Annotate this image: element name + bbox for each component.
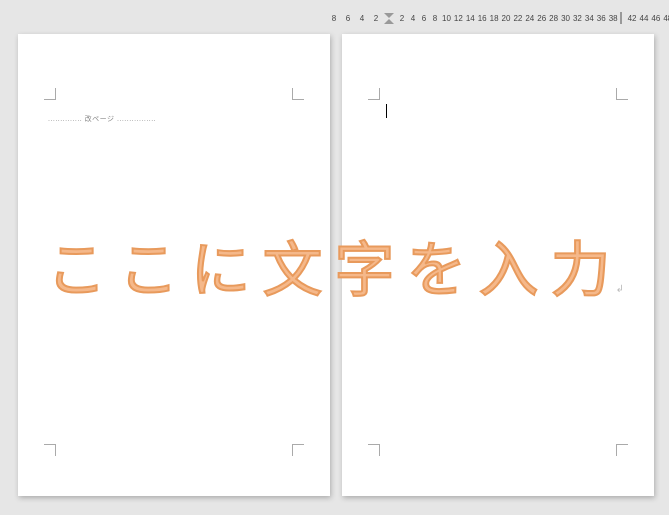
ruler-tick: 6 bbox=[344, 14, 352, 23]
ruler-left-segment: 8 6 4 2 bbox=[330, 14, 384, 23]
ruler-tick: 36 bbox=[597, 14, 606, 23]
ruler-tick: 48 bbox=[663, 14, 669, 23]
ruler-tick: 2 bbox=[372, 14, 380, 23]
ruler-tick: 2 bbox=[398, 14, 406, 23]
crop-mark-icon bbox=[44, 88, 56, 100]
crop-mark-icon bbox=[368, 444, 380, 456]
text-cursor-icon bbox=[386, 104, 387, 118]
ruler-tick: 20 bbox=[502, 14, 511, 23]
horizontal-ruler[interactable]: 8 6 4 2 2 4 6 8 10 12 14 16 18 20 22 24 … bbox=[330, 8, 667, 28]
ruler-tick: 30 bbox=[561, 14, 570, 23]
page-spread: .............. 改ページ ................ ↲ bbox=[18, 34, 654, 496]
ruler-tick: 32 bbox=[573, 14, 582, 23]
ruler-tick: 8 bbox=[431, 14, 439, 23]
ruler-tick: 4 bbox=[409, 14, 417, 23]
ruler-tick: 4 bbox=[358, 14, 366, 23]
page-right[interactable]: ↲ bbox=[342, 34, 654, 496]
page-left[interactable]: .............. 改ページ ................ bbox=[18, 34, 330, 496]
ruler-tick: 16 bbox=[478, 14, 487, 23]
ruler-tick: 44 bbox=[640, 14, 649, 23]
ruler-tick: 14 bbox=[466, 14, 475, 23]
ruler-tick: 42 bbox=[628, 14, 637, 23]
ruler-tick: 28 bbox=[549, 14, 558, 23]
ruler-tick: 8 bbox=[330, 14, 338, 23]
crop-mark-icon bbox=[616, 88, 628, 100]
ruler-tick: 22 bbox=[513, 14, 522, 23]
indent-marker-icon[interactable] bbox=[384, 9, 394, 27]
ruler-tick: 34 bbox=[585, 14, 594, 23]
ruler-tick: 6 bbox=[420, 14, 428, 23]
ruler-tick: 18 bbox=[490, 14, 499, 23]
ruler-tick: 12 bbox=[454, 14, 463, 23]
ruler-tick: 38 bbox=[609, 14, 618, 23]
ruler-tick: 26 bbox=[537, 14, 546, 23]
crop-mark-icon bbox=[292, 88, 304, 100]
page-break-marker: .............. 改ページ ................ bbox=[48, 114, 156, 124]
crop-mark-icon bbox=[368, 88, 380, 100]
crop-mark-icon bbox=[292, 444, 304, 456]
crop-mark-icon bbox=[616, 444, 628, 456]
crop-mark-icon bbox=[44, 444, 56, 456]
ruler-tick: 46 bbox=[651, 14, 660, 23]
paragraph-mark-icon: ↲ bbox=[616, 284, 624, 295]
ruler-right-segment: 2 4 6 8 10 12 14 16 18 20 22 24 26 28 30… bbox=[394, 14, 618, 23]
ruler-tick: 10 bbox=[442, 14, 451, 23]
ruler-tick: 24 bbox=[525, 14, 534, 23]
ruler-margin-gap bbox=[620, 12, 622, 24]
ruler-tail-segment: 42 44 46 48 bbox=[624, 14, 669, 23]
